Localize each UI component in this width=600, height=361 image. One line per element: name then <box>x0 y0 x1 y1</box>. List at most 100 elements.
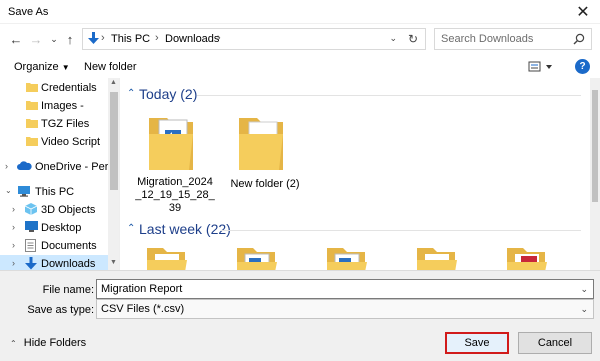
breadcrumb-separator-icon[interactable]: › <box>217 32 221 44</box>
new-folder-button[interactable]: New folder <box>84 61 137 73</box>
search-box[interactable] <box>434 28 592 50</box>
title-bar: Save As ✕ <box>0 0 600 24</box>
organize-label: Organize <box>14 61 59 73</box>
collapse-chevron-icon[interactable]: ⌄ <box>5 186 12 195</box>
nav-item-label: Images - <box>41 100 84 112</box>
file-item[interactable]: Migration_2024_12_19_15_28_39 <box>135 110 215 214</box>
save-form: File name: Migration Report ⌄ Save as ty… <box>0 270 600 361</box>
search-input[interactable] <box>441 32 571 46</box>
address-bar[interactable]: › This PC › Downloads › ⌄ ↻ <box>82 28 426 50</box>
nav-item-video-script[interactable]: Video Script <box>0 133 108 151</box>
folder-with-image-icon[interactable] <box>507 248 551 270</box>
breadcrumb-separator-icon[interactable]: › <box>101 32 105 44</box>
content-scroll-thumb[interactable] <box>592 90 598 202</box>
folder-with-document-icon[interactable] <box>327 248 371 270</box>
group-title: Last week (22) <box>139 221 231 237</box>
expand-chevron-icon[interactable]: › <box>5 161 8 171</box>
change-view-button[interactable] <box>528 60 556 74</box>
nav-item-onedrive[interactable]: › OneDrive - Persor <box>0 158 119 176</box>
nav-item-downloads[interactable]: › Downloads <box>0 255 108 270</box>
folder-icon[interactable] <box>147 248 191 270</box>
file-name: New folder (2) <box>230 178 300 190</box>
group-header-last-week[interactable]: ⌃ Last week (22) <box>121 220 581 240</box>
navigation-pane: Credentials Images - TGZ Files Video Scr… <box>0 78 120 270</box>
close-icon[interactable]: ✕ <box>566 0 600 24</box>
nav-scrollbar[interactable]: ▲ ▼ <box>108 78 119 270</box>
onedrive-icon <box>17 161 32 174</box>
expand-chevron-icon[interactable]: › <box>12 222 15 232</box>
command-bar: Organize ▼ New folder ? <box>0 56 600 78</box>
save-as-type-value: CSV Files (*.csv) <box>101 303 185 315</box>
documents-icon <box>25 239 36 255</box>
window-title: Save As <box>8 6 49 18</box>
file-name: Migration_2024_12_19_15_28_39 <box>135 176 215 214</box>
hide-folders-button[interactable]: ⌃ Hide Folders <box>10 337 86 349</box>
folder-with-document-icon[interactable] <box>237 248 281 270</box>
breadcrumb-this-pc[interactable]: This PC <box>111 33 150 45</box>
expand-chevron-icon[interactable]: › <box>12 258 15 268</box>
hide-folders-label: Hide Folders <box>23 337 87 349</box>
collapse-chevron-icon[interactable]: ⌃ <box>127 88 135 99</box>
expand-chevron-icon[interactable]: › <box>12 240 15 250</box>
nav-scroll-thumb[interactable] <box>110 92 118 190</box>
save-as-type-label: Save as type: <box>27 304 94 316</box>
nav-item-this-pc[interactable]: ⌄ This PC <box>0 183 108 201</box>
scroll-down-icon[interactable]: ▼ <box>110 259 117 266</box>
downloads-icon <box>25 257 37 270</box>
content-scrollbar[interactable] <box>590 78 600 270</box>
back-arrow-icon[interactable]: ← <box>8 30 24 48</box>
nav-item-tgz-files[interactable]: TGZ Files <box>0 115 108 133</box>
desktop-icon <box>25 221 38 235</box>
folder-with-document-icon <box>147 110 203 177</box>
folder-icon <box>26 135 38 150</box>
group-header-today[interactable]: ⌃ Today (2) <box>121 85 581 105</box>
downloads-location-icon <box>87 32 100 49</box>
scroll-up-icon[interactable]: ▲ <box>110 79 117 86</box>
save-button[interactable]: Save <box>445 332 509 354</box>
nav-item-label: Video Script <box>41 136 101 148</box>
nav-item-3d-objects[interactable]: › 3D Objects <box>0 201 108 219</box>
chevron-up-icon: ⌃ <box>10 339 17 348</box>
address-dropdown-chevron-icon[interactable]: ⌄ <box>389 33 397 44</box>
this-pc-icon <box>17 186 31 200</box>
chevron-down-icon[interactable]: ⌄ <box>580 304 588 315</box>
file-name-field[interactable]: Migration Report ⌄ <box>96 279 594 299</box>
chevron-down-icon[interactable]: ⌄ <box>580 284 588 295</box>
refresh-icon[interactable]: ↻ <box>408 32 418 46</box>
search-icon[interactable] <box>573 33 585 48</box>
nav-item-label: Downloads <box>41 258 96 270</box>
nav-item-images[interactable]: Images - <box>0 97 108 115</box>
nav-item-label: TGZ Files <box>41 118 90 130</box>
recent-locations-chevron-icon[interactable]: ⌄ <box>46 30 62 48</box>
nav-item-documents[interactable]: › Documents <box>0 237 108 255</box>
group-title: Today (2) <box>139 86 198 102</box>
nav-item-desktop[interactable]: › Desktop <box>0 219 108 237</box>
expand-chevron-icon[interactable]: › <box>12 204 15 214</box>
nav-item-label: Desktop <box>41 222 82 234</box>
file-list: ⌃ Today (2) Migration_2024_12_19_15_28_3… <box>121 78 600 270</box>
address-row: ← → ⌄ ↑ › This PC › Downloads › ⌄ ↻ <box>0 26 600 54</box>
cancel-button[interactable]: Cancel <box>518 332 592 354</box>
nav-item-label: 3D Objects <box>41 204 96 216</box>
help-icon[interactable]: ? <box>575 59 590 74</box>
collapse-chevron-icon[interactable]: ⌃ <box>127 223 135 234</box>
save-as-type-select[interactable]: CSV Files (*.csv) ⌄ <box>96 299 594 319</box>
file-item[interactable]: New folder (2) <box>225 110 305 206</box>
organize-button[interactable]: Organize ▼ <box>14 61 70 73</box>
file-name-value[interactable]: Migration Report <box>101 283 182 295</box>
nav-item-label: This PC <box>35 186 75 198</box>
forward-arrow-icon[interactable]: → <box>28 30 44 48</box>
folder-icon <box>237 110 293 177</box>
nav-item-label: Credentials <box>41 82 97 94</box>
group-divider <box>197 95 581 96</box>
folder-icon <box>26 117 38 132</box>
folder-icon <box>26 81 38 96</box>
up-arrow-icon[interactable]: ↑ <box>62 30 78 48</box>
nav-item-label: Documents <box>41 240 97 252</box>
organize-dropdown-icon: ▼ <box>61 63 70 72</box>
folder-icon <box>26 99 38 114</box>
folder-icon[interactable] <box>417 248 461 270</box>
nav-item-credentials[interactable]: Credentials <box>0 79 108 97</box>
breadcrumb-downloads[interactable]: Downloads <box>165 33 219 45</box>
breadcrumb-separator-icon[interactable]: › <box>155 32 159 44</box>
